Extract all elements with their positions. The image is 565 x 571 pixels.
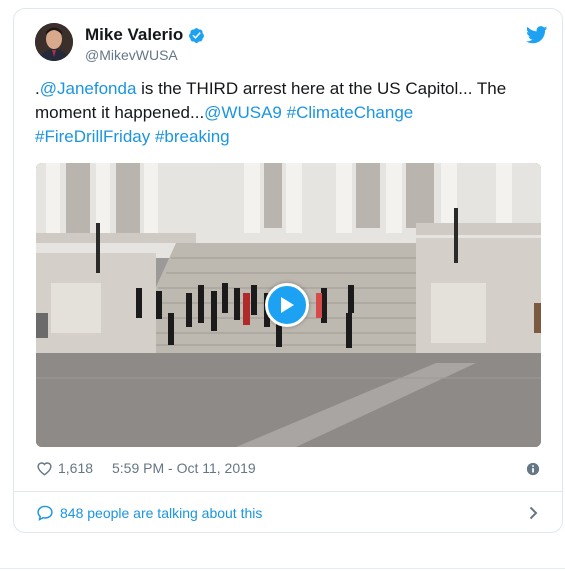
verified-badge-icon xyxy=(189,27,205,43)
chevron-right-icon[interactable] xyxy=(529,506,538,520)
play-button[interactable] xyxy=(265,283,309,327)
comment-icon xyxy=(37,505,53,521)
hashtag-breaking[interactable]: #breaking xyxy=(155,127,230,146)
author-handle[interactable]: @MikevWUSA xyxy=(85,47,178,63)
mention-janefonda[interactable]: @Janefonda xyxy=(40,79,137,98)
info-icon[interactable] xyxy=(526,462,540,476)
twitter-bird-icon[interactable] xyxy=(526,26,548,44)
hashtag-climatechange[interactable]: #ClimateChange xyxy=(287,103,414,122)
mention-wusa9[interactable]: @WUSA9 xyxy=(204,103,282,122)
divider xyxy=(14,491,562,492)
hashtag-firedrillfriday[interactable]: #FireDrillFriday xyxy=(35,127,150,146)
tweet-header: Mike Valerio @MikevWUSA xyxy=(35,23,548,67)
author-name[interactable]: Mike Valerio xyxy=(85,25,183,45)
conversation-label[interactable]: 848 people are talking about this xyxy=(60,505,262,521)
heart-icon xyxy=(37,462,52,476)
tweet-card: Mike Valerio @MikevWUSA .@Janefonda is t… xyxy=(13,8,563,533)
conversation-link[interactable]: 848 people are talking about this xyxy=(36,502,548,524)
tweet-text: .@Janefonda is the THIRD arrest here at … xyxy=(35,77,545,149)
author-name-row[interactable]: Mike Valerio xyxy=(85,25,205,45)
like-count: 1,618 xyxy=(58,460,94,476)
avatar[interactable] xyxy=(35,23,73,61)
tweet-timestamp[interactable]: 5:59 PM - Oct 11, 2019 xyxy=(112,460,256,476)
avatar-image xyxy=(35,23,73,61)
page-divider xyxy=(0,568,565,569)
like-button[interactable]: 1,618 xyxy=(36,460,93,476)
video-player[interactable] xyxy=(36,163,541,447)
tweet-meta: 1,618 5:59 PM - Oct 11, 2019 xyxy=(36,460,548,480)
play-icon xyxy=(281,297,294,313)
